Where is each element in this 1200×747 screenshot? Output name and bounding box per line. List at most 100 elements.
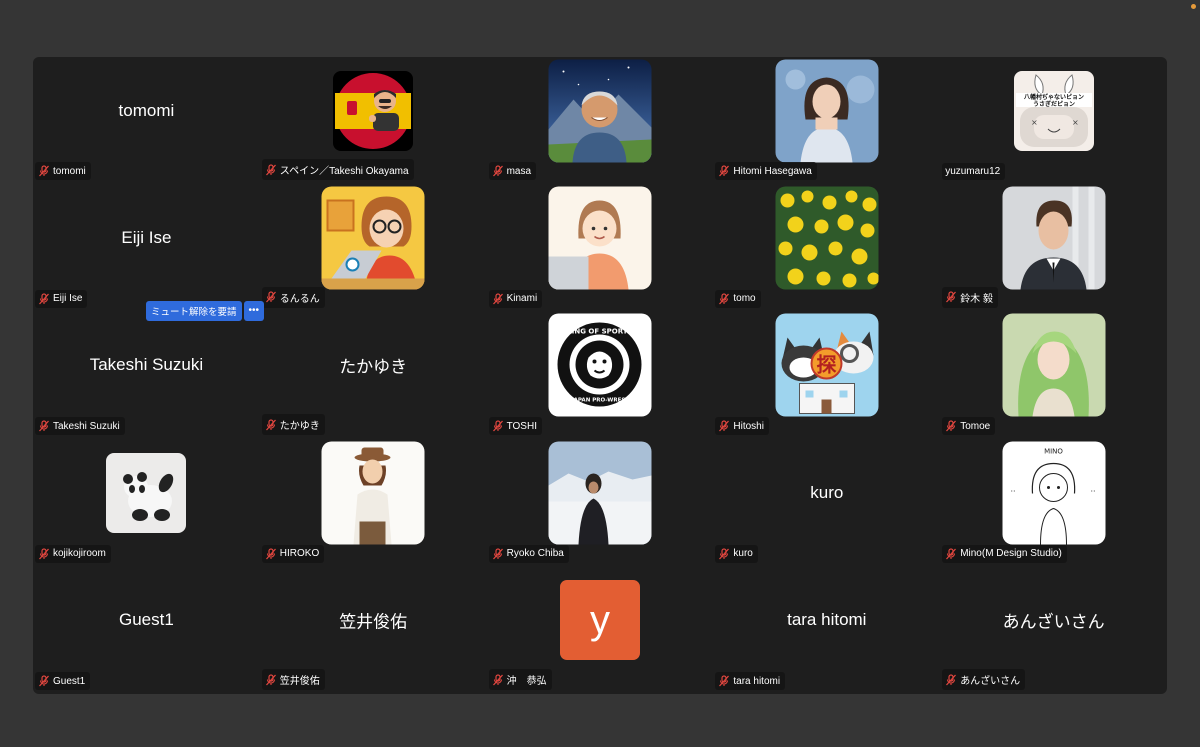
svg-text:うさぎだピョン: うさぎだピョン <box>1033 100 1075 108</box>
participant-display-name: あんざいさん <box>1002 612 1105 632</box>
participant-name-tag: tomomi <box>35 162 91 181</box>
participant-tile[interactable]: 鈴木 毅 <box>940 184 1167 311</box>
participant-name: HIROKO <box>279 548 320 560</box>
participant-name-tag: たかゆき <box>261 414 325 436</box>
participant-name: スペイン／Takeshi Okayama <box>279 166 409 178</box>
participant-name: tara hitomi <box>733 675 781 687</box>
mic-muted-icon <box>265 419 277 431</box>
participant-name: kojikojiroom <box>53 548 106 560</box>
participant-tile[interactable]: HIROKO <box>260 439 487 566</box>
participant-tile[interactable]: tomomi tomomi <box>33 57 260 184</box>
participant-display-name: Guest1 <box>118 610 174 630</box>
svg-text:八幡村ぢゃないピョン: 八幡村ぢゃないピョン <box>1023 93 1084 101</box>
cats-detective-hospital-avatar: 探 <box>775 313 879 417</box>
participant-name: あんざいさん <box>960 676 1021 687</box>
participant-display-name: kuro <box>810 482 844 502</box>
mic-muted-icon <box>718 547 730 560</box>
participant-name-tag: Guest1 <box>35 672 91 690</box>
participant-name: Hitoshi <box>733 420 764 432</box>
participant-tile[interactable]: 笠井俊佑 笠井俊佑 <box>260 567 487 694</box>
mic-muted-icon <box>945 673 957 686</box>
participant-name: Guest1 <box>53 675 86 687</box>
participant-tile[interactable]: るんるん <box>260 184 487 311</box>
video-gallery-grid: tomomi tomomi スペイン／Takeshi Okayama masa … <box>33 57 1167 694</box>
participant-name-tag: kojikojiroom <box>35 544 111 563</box>
participant-name: 沖 恭弘 <box>506 676 547 687</box>
mic-muted-icon <box>492 165 504 177</box>
participant-name: Kinami <box>506 293 538 305</box>
participant-name-tag: 笠井俊佑 <box>261 669 325 690</box>
participant-name: masa <box>506 165 532 177</box>
mic-muted-icon <box>38 420 50 432</box>
participant-tile[interactable]: ミュート解除を要請 ••• Takeshi Suzuki Takeshi Suz… <box>33 300 265 439</box>
svg-text:MINO: MINO <box>1044 447 1063 455</box>
woman-portrait-avatar <box>775 59 879 163</box>
mic-muted-icon <box>38 165 50 177</box>
participant-tile[interactable]: あんざいさん あんざいさん <box>940 567 1167 694</box>
participant-tile[interactable]: Ryoko Chiba <box>487 439 714 566</box>
woman-laptop-illustration-avatar <box>321 186 425 290</box>
request-unmute-button[interactable]: ミュート解除を要請 <box>146 300 242 321</box>
participant-tile[interactable]: Hitomi Hasegawa <box>713 57 940 184</box>
participant-name-tag: HIROKO <box>261 544 325 563</box>
participant-tile[interactable]: masa <box>487 57 714 184</box>
participant-tile[interactable]: スペイン／Takeshi Okayama <box>260 57 487 184</box>
participant-name: Mino(M Design Studio) <box>960 548 1062 560</box>
svg-text:探: 探 <box>816 353 836 377</box>
mic-muted-icon <box>38 547 50 560</box>
participant-tile[interactable]: 八幡村ぢゃないピョン うさぎだピョン × × yuzumaru12 <box>940 57 1167 184</box>
mic-muted-icon <box>265 291 277 303</box>
rabbit-character-avatar: 八幡村ぢゃないピョン うさぎだピョン × × <box>1013 70 1094 151</box>
letter-avatar: y <box>559 580 640 661</box>
participant-name: TOSHI <box>506 420 537 432</box>
svg-text:×: × <box>1072 118 1079 127</box>
mic-muted-icon <box>492 547 504 560</box>
mic-muted-icon <box>945 291 957 303</box>
yellow-flowers-avatar <box>775 186 879 290</box>
participant-name: Hitomi Hasegawa <box>733 165 812 177</box>
participant-tile[interactable]: kuro kuro <box>713 439 940 566</box>
participant-tile[interactable]: Kinami <box>487 184 714 311</box>
participant-name: kuro <box>733 548 753 560</box>
participant-name-tag: masa <box>488 162 537 181</box>
green-hair-woman-avatar <box>1002 313 1106 417</box>
mic-muted-icon <box>265 164 277 176</box>
participant-name: Tomoe <box>960 420 991 432</box>
participant-tile[interactable]: Eiji Ise Eiji Ise <box>33 184 260 311</box>
participant-tile[interactable]: y 沖 恭弘 <box>487 567 714 694</box>
participant-name-tag: yuzumaru12 <box>942 163 1006 181</box>
mic-muted-icon <box>945 420 957 432</box>
participant-tile[interactable]: kojikojiroom <box>33 439 260 566</box>
participant-tile[interactable]: 探 Hitoshi <box>713 312 940 439</box>
mic-muted-icon <box>265 547 277 560</box>
svg-text:×: × <box>1031 118 1038 127</box>
mic-muted-icon <box>38 675 50 687</box>
mic-muted-icon <box>718 420 730 432</box>
smiling-man-mountains-avatar <box>548 59 652 163</box>
participant-tile[interactable]: Guest1 Guest1 <box>33 567 260 694</box>
participant-display-name: tomomi <box>118 100 175 120</box>
svg-text:..: .. <box>1010 484 1015 493</box>
participant-name: たかゆき <box>279 421 320 433</box>
participant-name-tag: TOSHI <box>488 417 542 436</box>
participant-tile[interactable]: tomo <box>713 184 940 311</box>
unmute-request-group: ミュート解除を要請 ••• <box>146 300 265 321</box>
participant-tile[interactable]: たかゆき たかゆき <box>260 312 487 439</box>
participant-display-name: 笠井俊佑 <box>339 612 408 632</box>
participant-name: るんるん <box>279 293 320 305</box>
participant-tile[interactable]: tara hitomi tara hitomi <box>713 567 940 694</box>
participant-name: Eiji Ise <box>53 293 83 305</box>
participant-tile[interactable]: MINO.... Mino(M Design Studio) <box>940 439 1167 566</box>
participant-tile[interactable]: Tomoe <box>940 312 1167 439</box>
mic-muted-icon <box>492 293 504 305</box>
svg-text:KING OF SPORTS: KING OF SPORTS <box>566 328 632 336</box>
participant-name-tag: tara hitomi <box>715 672 786 690</box>
participant-display-name: Eiji Ise <box>121 228 172 248</box>
participant-name: tomo <box>733 293 756 305</box>
man-in-suit-avatar <box>1002 186 1106 290</box>
participant-tile[interactable]: KING OF SPORTS NEW JAPAN PRO-WRESTLING TO… <box>487 312 714 439</box>
lion-wrestling-logo-avatar: KING OF SPORTS NEW JAPAN PRO-WRESTLING <box>548 313 652 417</box>
spain-flag-memoji-avatar <box>333 70 414 151</box>
participant-name-tag: 鈴木 毅 <box>942 286 998 308</box>
mic-muted-icon <box>492 420 504 432</box>
